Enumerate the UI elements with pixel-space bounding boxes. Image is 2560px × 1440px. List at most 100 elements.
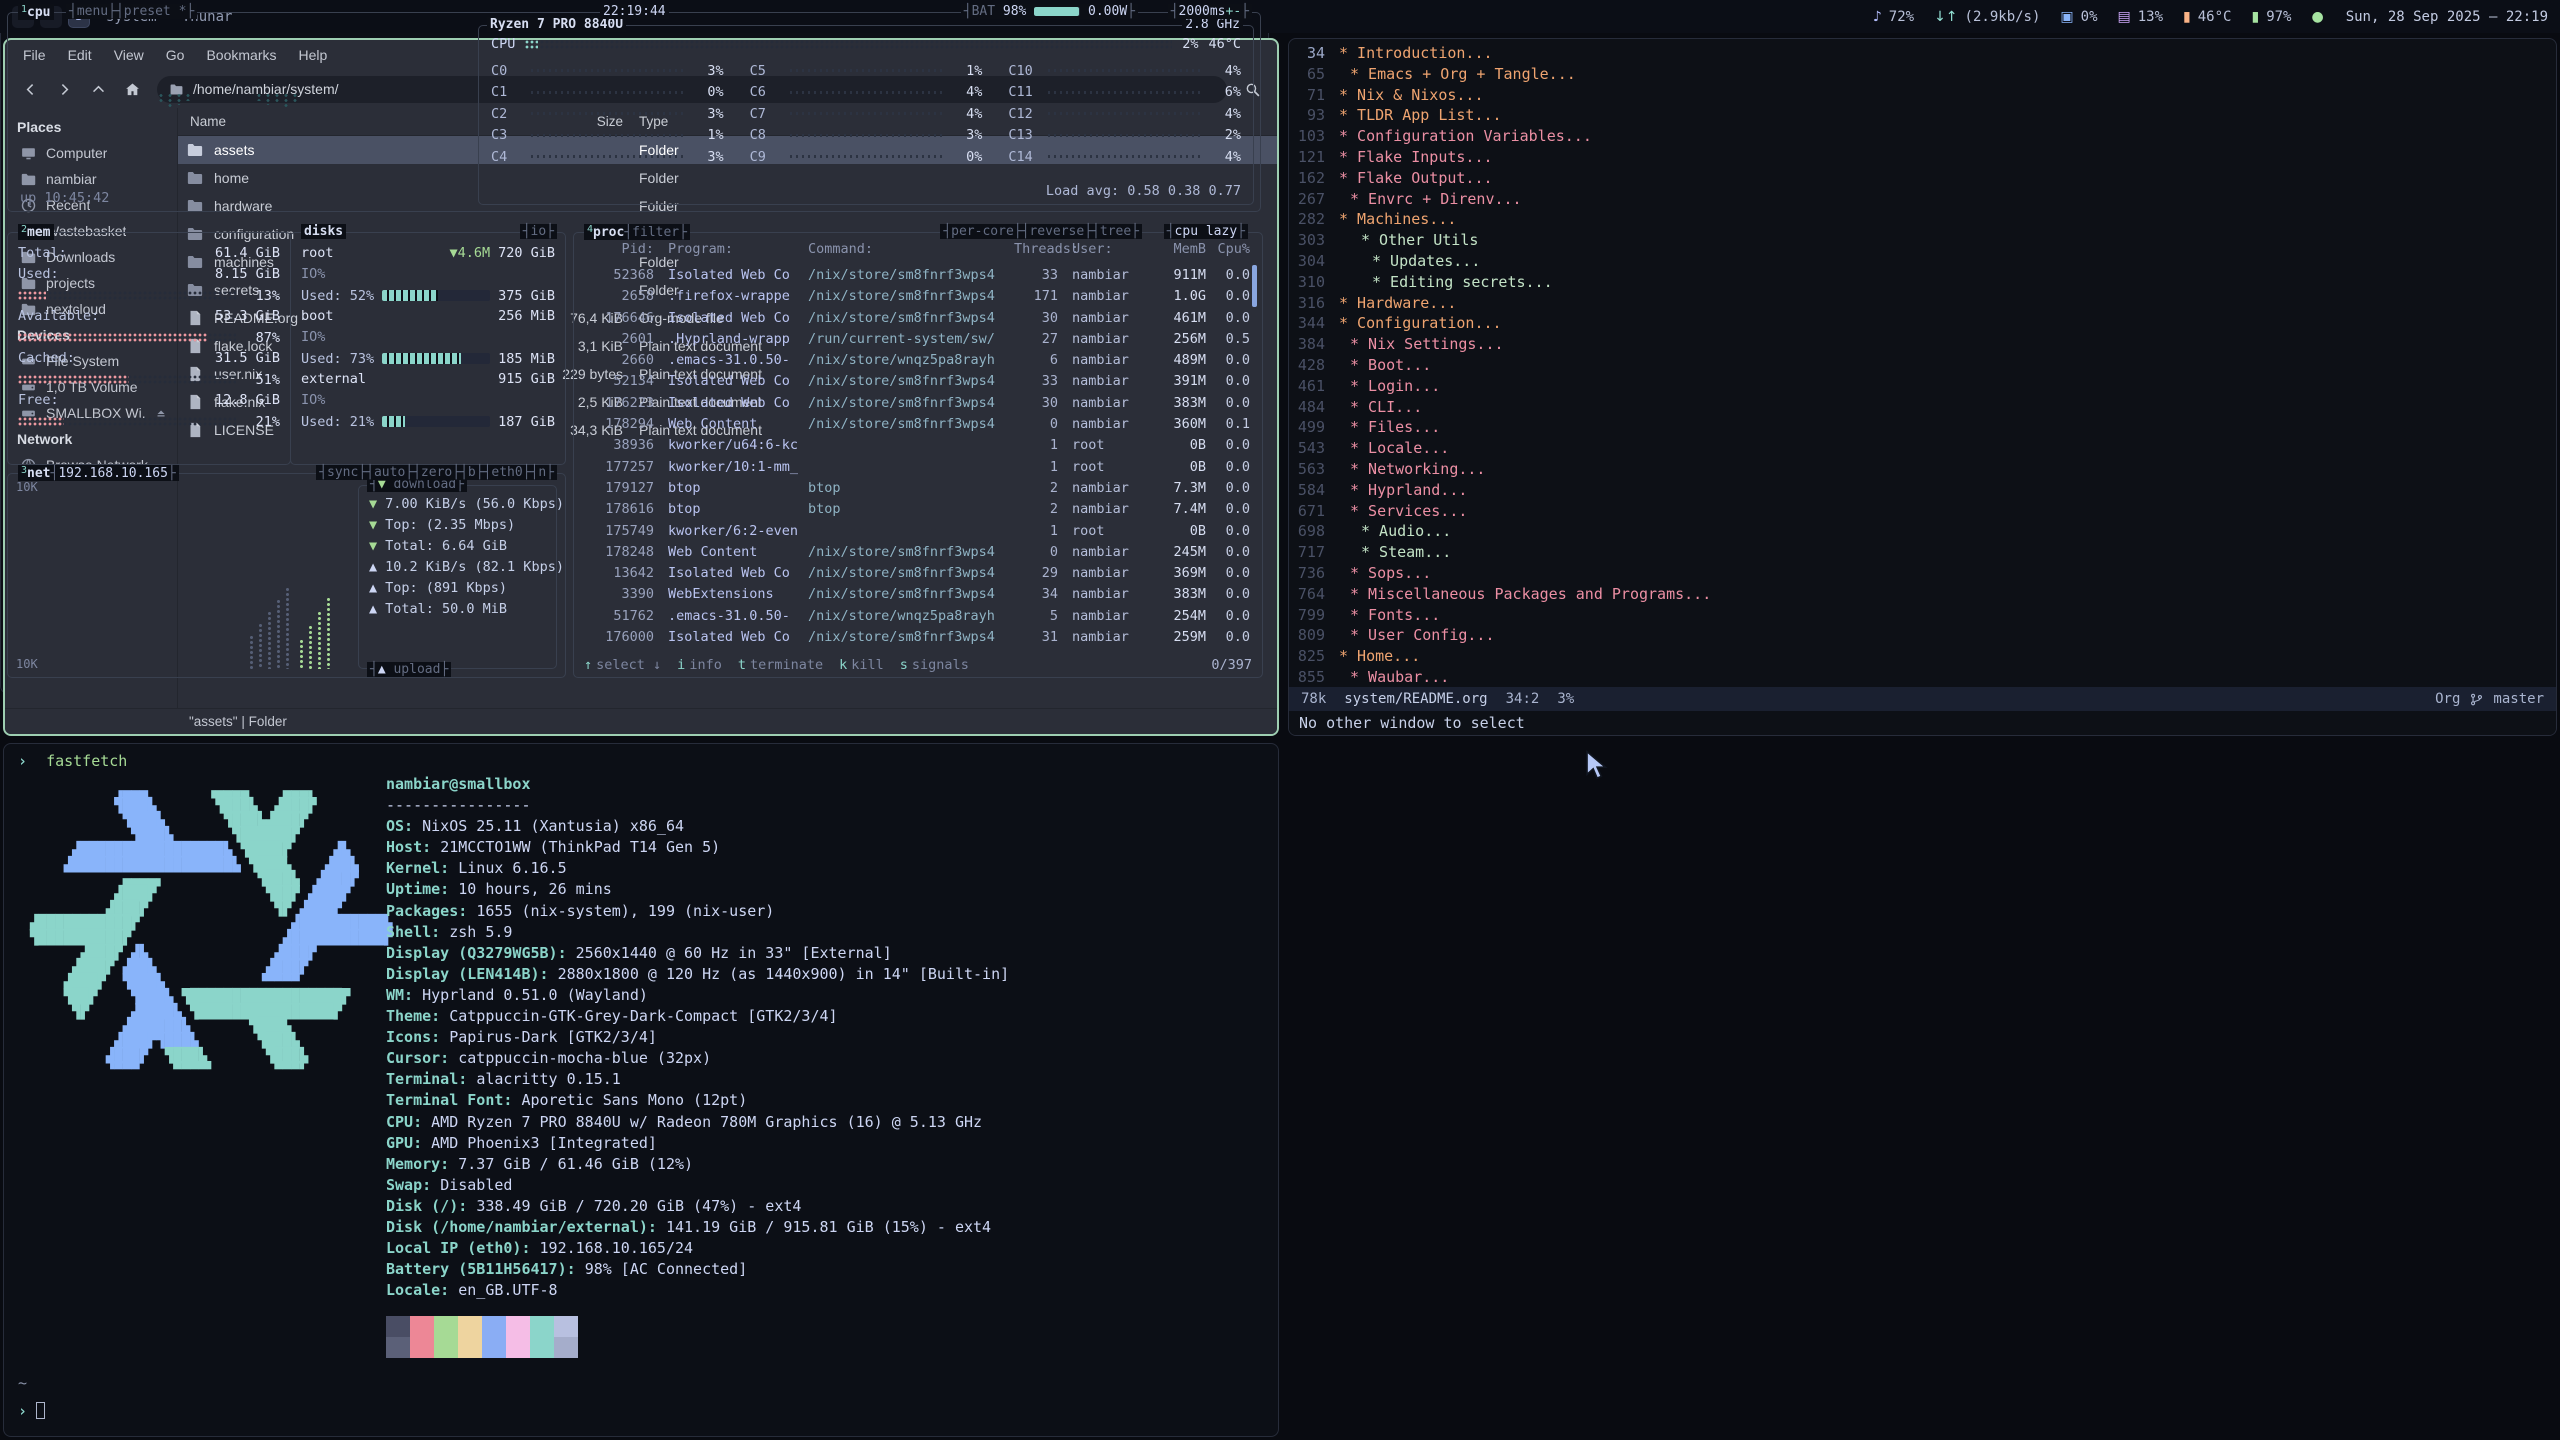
org-heading-line[interactable]: 543* Locale...: [1289, 438, 2556, 459]
org-heading-line[interactable]: 717* Steam...: [1289, 542, 2556, 563]
org-heading-line[interactable]: 121* Flake Inputs...: [1289, 147, 2556, 168]
net-stat-text: Total: 50.0 MiB: [385, 599, 507, 620]
org-heading-line[interactable]: 855* Waubar...: [1289, 667, 2556, 688]
net-tabs[interactable]: ┤sync├┤auto├┤zero├┤b├┤eth0├┤n├: [316, 465, 557, 480]
info-value: NixOS 25.11 (Xantusia) x86_64: [422, 817, 684, 835]
proc-threads: 30: [1014, 393, 1058, 414]
process-row[interactable]: 177257kworker/10:1-mm_1root0B0.0: [584, 457, 1248, 478]
process-row[interactable]: 52368Isolated Web Co/nix/store/sm8fnrf3w…: [584, 265, 1248, 286]
proc-program: Web Content: [662, 414, 808, 435]
cpu-graph-dots: [158, 93, 164, 103]
org-heading-line[interactable]: 499* Files...: [1289, 417, 2556, 438]
proc-action-kill[interactable]: kkill: [839, 657, 884, 673]
prompt-line[interactable]: ›: [18, 1402, 45, 1420]
scrollbar[interactable]: [1252, 265, 1257, 307]
org-heading-line[interactable]: 103* Configuration Variables...: [1289, 126, 2556, 147]
org-heading-line[interactable]: 71* Nix & Nixos...: [1289, 85, 2556, 106]
process-row[interactable]: 52134Isolated Web Co/nix/store/sm8fnrf3w…: [584, 371, 1248, 392]
org-heading-line[interactable]: 282* Machines...: [1289, 209, 2556, 230]
org-heading-line[interactable]: 671* Services...: [1289, 501, 2556, 522]
org-heading-line[interactable]: 65* Emacs + Org + Tangle...: [1289, 64, 2556, 85]
process-row[interactable]: 176000Isolated Web Co/nix/store/sm8fnrf3…: [584, 627, 1248, 648]
org-heading-line[interactable]: 162* Flake Output...: [1289, 168, 2556, 189]
cpu-graph-dots: [176, 93, 182, 105]
proc-action-terminate[interactable]: tterminate: [738, 657, 823, 673]
volume-indicator[interactable]: ♪72%: [1873, 9, 1914, 25]
process-row[interactable]: 176646Isolated Web Co/nix/store/sm8fnrf3…: [584, 308, 1248, 329]
proc-command: /nix/store/sm8fnrf3wps4: [808, 627, 1014, 648]
memory-indicator[interactable]: ▤13%: [2118, 9, 2164, 25]
network-speed-indicator[interactable]: ↓↑(2.9kb/s): [1934, 9, 2040, 25]
process-row[interactable]: 178616btopbtop2nambiar7.4M0.0: [584, 499, 1248, 520]
core-percent: 4%: [950, 84, 982, 100]
battery-indicator[interactable]: ▮97%: [2251, 9, 2291, 25]
process-row[interactable]: 179127btopbtop2nambiar7.3M0.0: [584, 478, 1248, 499]
org-heading-line[interactable]: 698* Audio...: [1289, 521, 2556, 542]
disks-io-tab[interactable]: ┤io├: [520, 224, 557, 239]
org-heading-text: * Configuration...: [1325, 313, 1502, 334]
disk-used-row: Used: 73%185 MiB: [301, 348, 555, 369]
net-stat-text: Total: 6.64 GiB: [385, 536, 507, 557]
proc-threads: 29: [1014, 563, 1058, 584]
org-heading-line[interactable]: 344* Configuration...: [1289, 313, 2556, 334]
proc-pid: 178616: [584, 499, 662, 520]
process-row[interactable]: 2658.firefox-wrappe/nix/store/sm8fnrf3wp…: [584, 286, 1248, 307]
download-arrow-icon: ▼: [369, 515, 377, 536]
proc-action-signals[interactable]: ssignals: [900, 657, 969, 673]
net-graph-bar: [307, 625, 314, 669]
column-header-program[interactable]: Program:: [662, 241, 808, 257]
org-heading-line[interactable]: 825* Home...: [1289, 646, 2556, 667]
proc-action-select[interactable]: ↑select ↓: [584, 657, 661, 673]
org-heading-line[interactable]: 799* Fonts...: [1289, 605, 2556, 626]
column-header-user[interactable]: User:: [1058, 241, 1144, 257]
org-heading-line[interactable]: 267* Envrc + Direnv...: [1289, 189, 2556, 210]
column-header-threads[interactable]: Threads:: [1014, 241, 1058, 257]
process-row[interactable]: 175749kworker/6:2-even1root0B0.0: [584, 521, 1248, 542]
cpu-box-tabs[interactable]: ┤menu├┤preset *├: [66, 4, 197, 19]
org-heading-line[interactable]: 34* Introduction...: [1289, 43, 2556, 64]
proc-option-tabs[interactable]: ┤per-core├┤reverse├┤tree├: [940, 224, 1142, 239]
proc-action-info[interactable]: iinfo: [677, 657, 722, 673]
org-heading-line[interactable]: 584* Hyprland...: [1289, 480, 2556, 501]
column-header-mem[interactable]: MemB: [1144, 241, 1206, 257]
network-speed-icon: ↓↑: [1934, 9, 1957, 25]
pf-label: terminate: [750, 657, 823, 673]
key-hint: i: [677, 657, 685, 673]
terminal-cursor: [36, 1402, 45, 1419]
column-header-pid[interactable]: Pid:: [584, 241, 662, 257]
org-heading-line[interactable]: 484* CLI...: [1289, 397, 2556, 418]
process-row[interactable]: 176223Isolated Web Co/nix/store/sm8fnrf3…: [584, 393, 1248, 414]
column-header-cpu[interactable]: Cpu%: [1206, 241, 1250, 257]
net-address: 192.168.10.165: [58, 466, 168, 481]
status-dot-indicator[interactable]: ●: [2311, 9, 2323, 25]
org-heading-line[interactable]: 384* Nix Settings...: [1289, 334, 2556, 355]
proc-threads: 171: [1014, 286, 1058, 307]
org-heading-line[interactable]: 428* Boot...: [1289, 355, 2556, 376]
column-header-command[interactable]: Command:: [808, 241, 1014, 257]
process-row[interactable]: 38936kworker/u64:6-kc1root0B0.0: [584, 435, 1248, 456]
process-row[interactable]: 2660.emacs-31.0.50-/nix/store/wnqz5pa8ra…: [584, 350, 1248, 371]
cpu-indicator[interactable]: ▣0%: [2060, 9, 2097, 25]
org-heading-line[interactable]: 93* TLDR App List...: [1289, 105, 2556, 126]
proc-sort-column[interactable]: ┤cpu lazy├: [1164, 224, 1248, 239]
org-heading-line[interactable]: 316* Hardware...: [1289, 293, 2556, 314]
process-row[interactable]: 2601.Hyprland-wrapp/run/current-system/s…: [584, 329, 1248, 350]
process-row[interactable]: 3390WebExtensions/nix/store/sm8fnrf3wps4…: [584, 584, 1248, 605]
org-heading-line[interactable]: 563* Networking...: [1289, 459, 2556, 480]
disk-used-value: 187 GiB: [498, 414, 555, 430]
core-row-C13: C132%: [1008, 127, 1241, 144]
process-row[interactable]: 13642Isolated Web Co/nix/store/sm8fnrf3w…: [584, 563, 1248, 584]
process-row[interactable]: 178294Web Content/nix/store/sm8fnrf3wps4…: [584, 414, 1248, 435]
process-row[interactable]: 51762.emacs-31.0.50-/nix/store/wnqz5pa8r…: [584, 606, 1248, 627]
org-heading-line[interactable]: 303* Other Utils: [1289, 230, 2556, 251]
org-heading-line[interactable]: 461* Login...: [1289, 376, 2556, 397]
temperature-indicator[interactable]: ▮46°C: [2183, 9, 2231, 25]
org-heading-line[interactable]: 764* Miscellaneous Packages and Programs…: [1289, 584, 2556, 605]
org-heading-line[interactable]: 809* User Config...: [1289, 625, 2556, 646]
process-row[interactable]: 178248Web Content/nix/store/sm8fnrf3wps4…: [584, 542, 1248, 563]
org-heading-line[interactable]: 736* Sops...: [1289, 563, 2556, 584]
core-label: C6: [750, 84, 782, 100]
org-heading-line[interactable]: 304* Updates...: [1289, 251, 2556, 272]
org-heading-line[interactable]: 310* Editing secrets...: [1289, 272, 2556, 293]
proc-pid: 2601: [584, 329, 662, 350]
